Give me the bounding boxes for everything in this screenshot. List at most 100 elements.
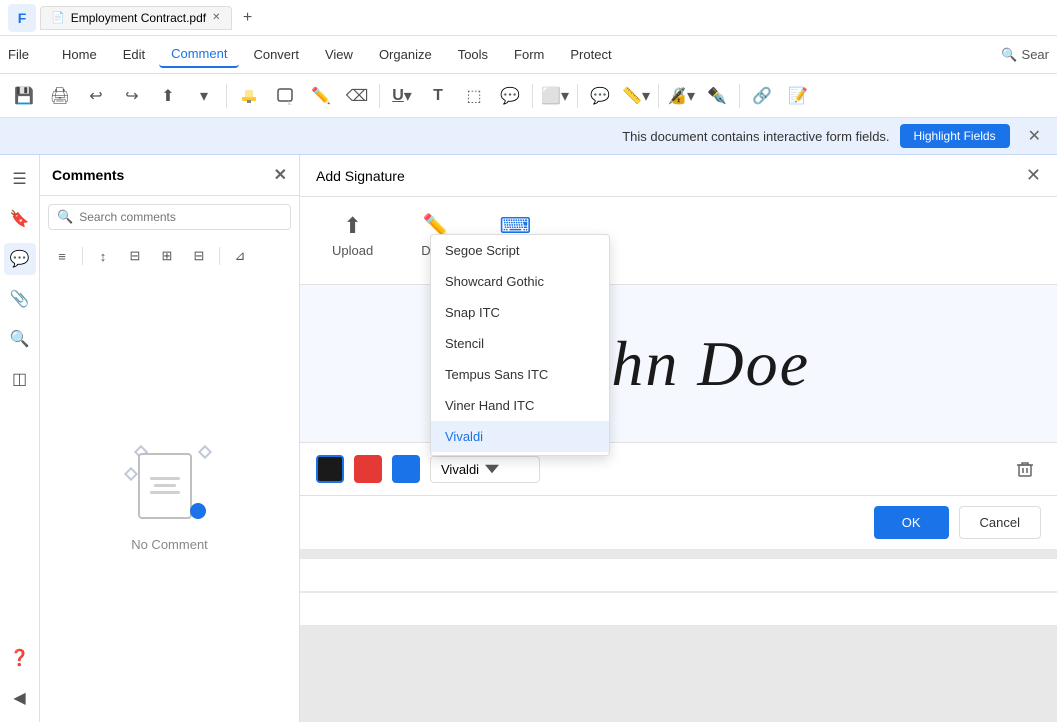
pencil-btn[interactable]: ✏️: [305, 80, 337, 112]
menu-home[interactable]: Home: [50, 42, 109, 67]
tab-upload[interactable]: ⬆ Upload: [324, 209, 381, 272]
no-comment-dot: [190, 503, 206, 519]
menu-tools[interactable]: Tools: [446, 42, 500, 67]
font-option-vivaldi[interactable]: Vivaldi: [431, 421, 609, 452]
callout-btn[interactable]: 💬: [494, 80, 526, 112]
color-blue-swatch[interactable]: [392, 455, 420, 483]
search-area[interactable]: 🔍 Sear: [1001, 47, 1049, 63]
selected-font-label: Vivaldi: [441, 462, 479, 477]
comments-panel: Comments ✕ 🔍 ≡ ↕ ⊟ ⊞ ⊟ ⊿: [40, 155, 300, 722]
text-btn[interactable]: T: [422, 80, 454, 112]
panel-header: Comments ✕: [40, 155, 299, 196]
signature-preview-area: John Doe: [300, 285, 1057, 442]
sidebar-icon-help[interactable]: ❓: [4, 642, 36, 674]
menu-comment[interactable]: Comment: [159, 41, 239, 68]
sidebar-icon-search[interactable]: 🔍: [4, 323, 36, 355]
font-option-viner-hand-itc[interactable]: Viner Hand ITC: [431, 390, 609, 421]
sidebar-icon-bookmark[interactable]: 🔖: [4, 203, 36, 235]
doc-row-2: [300, 593, 1057, 625]
tab-close-button[interactable]: ✕: [212, 12, 220, 23]
toolbar-print-btn[interactable]: 🖨: [44, 80, 76, 112]
highlight-fields-button[interactable]: Highlight Fields: [900, 124, 1010, 148]
signature-action-row: OK Cancel: [300, 495, 1057, 549]
font-option-snap-itc[interactable]: Snap ITC: [431, 297, 609, 328]
filter-btn[interactable]: ⊿: [226, 242, 254, 270]
document-tab[interactable]: 📄 Employment Contract.pdf ✕: [40, 6, 232, 30]
document-lower-area: [300, 549, 1057, 722]
menu-edit[interactable]: Edit: [111, 42, 157, 67]
sidebar-icon-collapse[interactable]: ◀: [4, 682, 36, 714]
menu-convert[interactable]: Convert: [241, 42, 311, 67]
menu-form[interactable]: Form: [502, 42, 556, 67]
font-select-button[interactable]: Vivaldi: [430, 456, 540, 483]
sidebar-icon-page[interactable]: ☰: [4, 163, 36, 195]
highlight-tool-btn[interactable]: [233, 80, 265, 112]
signature-controls: Vivaldi Segoe Script Showcard Gothic Sna…: [316, 453, 1041, 485]
font-option-stencil[interactable]: Stencil: [431, 328, 609, 359]
no-comment-label: No Comment: [131, 537, 208, 552]
eraser-btn[interactable]: ⌫: [341, 80, 373, 112]
toolbar-more-btn[interactable]: ▾: [188, 80, 220, 112]
font-option-showcard-gothic[interactable]: Showcard Gothic: [431, 266, 609, 297]
font-option-tempus-sans-itc[interactable]: Tempus Sans ITC: [431, 359, 609, 390]
comment-btn[interactable]: 💬: [584, 80, 616, 112]
toolbar-share-btn[interactable]: ⬆: [152, 80, 184, 112]
upload-icon: ⬆: [343, 213, 361, 239]
sidebar-icon-comment[interactable]: 💬: [4, 243, 36, 275]
signature-dialog-close-button[interactable]: ✕: [1026, 165, 1041, 186]
signature-dialog-header: Add Signature ✕: [300, 155, 1057, 197]
underline-btn[interactable]: U▾: [386, 80, 418, 112]
cancel-button[interactable]: Cancel: [959, 506, 1041, 539]
main-layout: ☰ 🔖 💬 📎 🔍 ◫ ❓ ◀ Comments ✕ 🔍 ≡ ↕ ⊟ ⊞ ⊟ ⊿: [0, 155, 1057, 722]
file-label: File: [8, 47, 29, 62]
notification-close-button[interactable]: ✕: [1028, 126, 1041, 146]
signature-tabs: ⬆ Upload ✏️ Draw ⌨ Type: [300, 197, 1057, 285]
app-icon: F: [8, 4, 36, 32]
toolbar-save-btn[interactable]: 💾: [8, 80, 40, 112]
new-tab-button[interactable]: +: [236, 6, 260, 30]
menu-view[interactable]: View: [313, 42, 365, 67]
sort-asc-btn[interactable]: ↕: [89, 242, 117, 270]
menu-protect[interactable]: Protect: [558, 42, 623, 67]
top-bar: F 📄 Employment Contract.pdf ✕ +: [0, 0, 1057, 36]
comment-sep-1: [82, 247, 83, 265]
sidebar-icon-attachment[interactable]: 📎: [4, 283, 36, 315]
no-comment-area: No Comment: [40, 274, 299, 722]
draw-btn[interactable]: ✒️: [701, 80, 733, 112]
menu-organize[interactable]: Organize: [367, 42, 444, 67]
clear-signature-button[interactable]: [1009, 453, 1041, 485]
pdf-icon: 📄: [51, 11, 65, 24]
sticky-note-btn[interactable]: [269, 80, 301, 112]
sort-btn[interactable]: ≡: [48, 242, 76, 270]
edit-text-btn[interactable]: 📝: [782, 80, 814, 112]
search-comments-input[interactable]: [79, 210, 282, 224]
expand-btn[interactable]: ⊞: [153, 242, 181, 270]
diamond-3: [197, 444, 211, 458]
comment-toolbar: ≡ ↕ ⊟ ⊞ ⊟ ⊿: [40, 238, 299, 274]
color-red-swatch[interactable]: [354, 455, 382, 483]
measure-btn[interactable]: 📏▾: [620, 80, 652, 112]
document-area: Add Signature ✕ ⬆ Upload ✏️ Draw ⌨ Type: [300, 155, 1057, 722]
toolbar-undo-btn[interactable]: ↩: [80, 80, 112, 112]
sort-type-btn[interactable]: ⊟: [121, 242, 149, 270]
panel-close-button[interactable]: ✕: [274, 165, 287, 185]
stamp-btn[interactable]: 🔏▾: [665, 80, 697, 112]
font-options-list: Segoe Script Showcard Gothic Snap ITC St…: [431, 235, 609, 455]
attachment-btn[interactable]: 🔗: [746, 80, 778, 112]
font-option-segoe-script[interactable]: Segoe Script: [431, 235, 609, 266]
font-option-vladimir-script[interactable]: Vladimir Script: [431, 452, 609, 455]
trash-icon: [1016, 460, 1034, 478]
sidebar-icon-layers[interactable]: ◫: [4, 363, 36, 395]
textbox-btn[interactable]: ⬚: [458, 80, 490, 112]
ok-button[interactable]: OK: [874, 506, 949, 539]
font-dropdown[interactable]: Vivaldi Segoe Script Showcard Gothic Sna…: [430, 456, 540, 483]
toolbar-redo-btn[interactable]: ↪: [116, 80, 148, 112]
shape-btn[interactable]: ⬜▾: [539, 80, 571, 112]
collapse-btn[interactable]: ⊟: [185, 242, 213, 270]
app-logo: F: [18, 10, 27, 26]
toolbar-separator-4: [577, 84, 578, 108]
search-box[interactable]: 🔍: [48, 204, 291, 230]
toolbar-separator-3: [532, 84, 533, 108]
file-menu[interactable]: File: [8, 41, 40, 69]
color-black-swatch[interactable]: [316, 455, 344, 483]
